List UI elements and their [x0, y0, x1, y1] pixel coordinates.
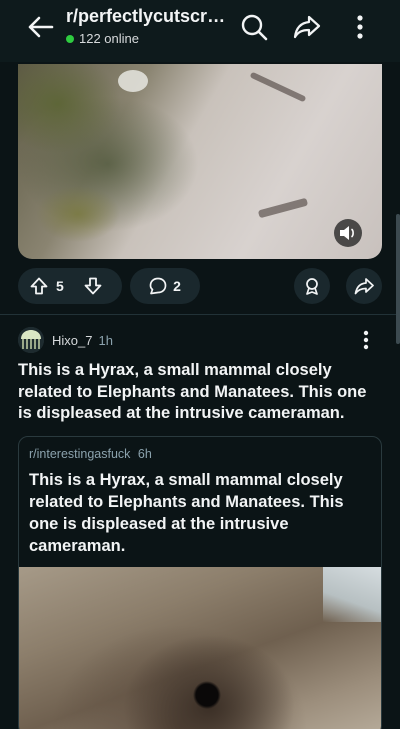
media-sky-area: [323, 567, 381, 622]
avatar[interactable]: [18, 327, 44, 353]
more-vertical-icon: [363, 330, 369, 350]
crosspost-subreddit[interactable]: r/interestingasfuck: [29, 447, 130, 461]
share-icon: [354, 278, 374, 295]
online-count: 122 online: [79, 31, 139, 46]
online-status: 122 online: [66, 31, 232, 46]
scrollbar-thumb[interactable]: [396, 214, 400, 344]
downvote-button[interactable]: [76, 277, 110, 295]
crosspost-media[interactable]: [19, 567, 381, 729]
subreddit-header: r/perfectlycutscre... 122 online: [0, 0, 400, 62]
search-icon: [241, 14, 268, 41]
crosspost-age: 6h: [137, 447, 152, 461]
post-video[interactable]: [18, 64, 382, 259]
more-vertical-icon: [357, 15, 363, 39]
vote-control: 5: [18, 268, 122, 304]
video-texture: [118, 70, 148, 92]
arrow-left-icon: [28, 16, 54, 38]
downvote-icon: [84, 277, 102, 295]
upvote-button[interactable]: [22, 277, 56, 295]
post-age: 1h: [98, 332, 113, 348]
crosspost-title: This is a Hyrax, a small mammal closely …: [29, 471, 344, 555]
volume-icon: [340, 226, 354, 240]
award-icon: [306, 278, 318, 295]
post-more-button[interactable]: [356, 326, 376, 354]
post-title[interactable]: This is a Hyrax, a small mammal closely …: [18, 360, 378, 425]
back-button[interactable]: [22, 12, 58, 42]
share-post-button[interactable]: [346, 268, 382, 304]
award-button[interactable]: [294, 268, 330, 304]
crosspost-card[interactable]: r/interestingasfuck 6h This is a Hyrax, …: [18, 436, 382, 729]
more-options-button[interactable]: [343, 10, 377, 44]
comment-icon: [149, 277, 167, 295]
post-author[interactable]: Hixo_7: [52, 333, 92, 348]
upvote-icon: [30, 277, 48, 295]
post-divider: [0, 314, 400, 315]
video-texture: [249, 71, 307, 103]
crosspost-meta: r/interestingasfuck 6h: [29, 447, 152, 461]
subreddit-title-block[interactable]: r/perfectlycutscre... 122 online: [66, 6, 232, 46]
comments-button[interactable]: 2: [130, 268, 200, 304]
subreddit-name: r/perfectlycutscre...: [66, 6, 232, 26]
online-dot-icon: [66, 34, 74, 43]
post-header: Hixo_7 1h: [18, 326, 382, 354]
share-button[interactable]: [290, 10, 324, 44]
vote-count: 5: [56, 278, 64, 294]
post-action-bar: 5 2: [18, 268, 382, 304]
video-texture: [257, 197, 309, 219]
sound-toggle-button[interactable]: [334, 219, 362, 247]
search-button[interactable]: [237, 10, 271, 44]
user-avatar-icon: [18, 327, 44, 353]
share-icon: [293, 15, 321, 39]
comment-count: 2: [173, 278, 181, 294]
